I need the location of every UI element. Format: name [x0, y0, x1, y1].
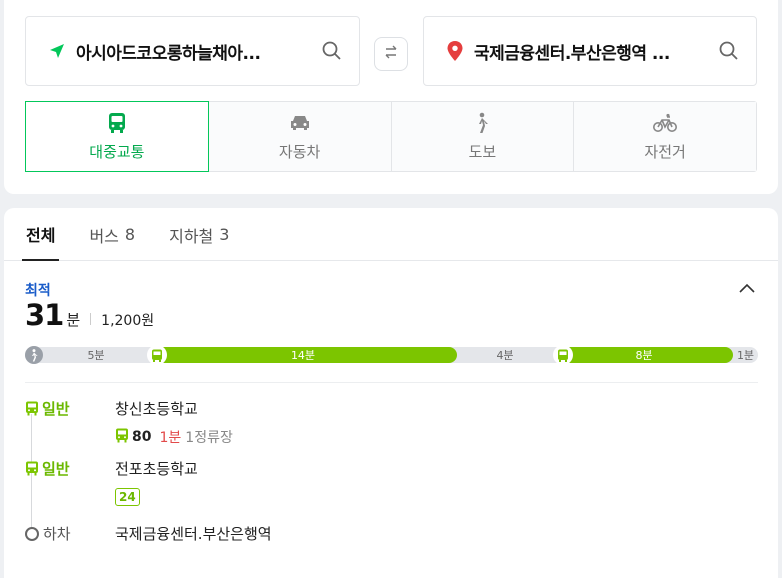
- tab-label: 지하철: [169, 226, 214, 246]
- total-time: 31: [25, 298, 64, 332]
- tab-label: 전체: [26, 225, 56, 245]
- step-tag-label: 일반: [42, 400, 70, 418]
- tab-count: 8: [124, 225, 136, 244]
- tab-bus[interactable]: 버스 8: [85, 208, 139, 261]
- start-location-text: 아시아드코오롱하늘채아...: [76, 43, 261, 64]
- swap-icon: [383, 44, 399, 64]
- tab-count: 3: [219, 225, 230, 244]
- walk-icon: [25, 346, 43, 364]
- route-results: 전체 버스 8 지하철 3 최적 31 분 1,200원 5분 14분 4분 8…: [4, 208, 778, 578]
- segment-walk: 1분: [736, 349, 755, 362]
- mode-transit[interactable]: 대중교통: [25, 101, 209, 172]
- search-icon[interactable]: [321, 40, 343, 62]
- mode-label: 자동차: [278, 143, 321, 161]
- destination-text: 국제금융센터.부산은행역 ...: [474, 43, 670, 64]
- stop-name: 전포초등학교: [115, 460, 198, 478]
- start-field[interactable]: 아시아드코오롱하늘채아...: [25, 16, 360, 86]
- segment-label: 8분: [635, 349, 653, 362]
- walk-icon: [474, 111, 490, 135]
- bus-number[interactable]: 80: [132, 429, 151, 445]
- segment-bus: 14분: [147, 345, 457, 365]
- mode-walk[interactable]: 도보: [391, 102, 575, 171]
- bus-icon: [25, 401, 39, 416]
- mode-label: 도보: [468, 143, 497, 161]
- arrival-time: 1분: [159, 430, 182, 446]
- search-icon[interactable]: [718, 40, 740, 62]
- circle-icon: [25, 526, 39, 541]
- step-tag-label: 하차: [43, 525, 71, 543]
- bus-icon: [25, 461, 39, 476]
- bus-info: 80 1분 1정류장: [115, 427, 233, 447]
- bike-icon: [653, 111, 678, 135]
- step-alight[interactable]: 하차 국제금융센터.부산은행역: [25, 523, 272, 544]
- divider: [25, 382, 758, 383]
- tab-all[interactable]: 전체: [22, 208, 60, 261]
- route-summary: 31 분 1,200원: [25, 298, 154, 332]
- step-board-2[interactable]: 일반 전포초등학교: [25, 458, 198, 479]
- mode-label: 대중교통: [89, 143, 145, 161]
- segment-walk: 4분: [496, 349, 514, 362]
- segment-label: 14분: [290, 349, 316, 362]
- bus-icon: [553, 345, 573, 365]
- bus-number-badge[interactable]: 24: [115, 488, 140, 506]
- step-tag: 하차: [25, 523, 115, 544]
- time-unit: 분: [66, 311, 81, 329]
- mode-car[interactable]: 자동차: [208, 102, 392, 171]
- divider: [90, 313, 92, 325]
- bus-icon: [107, 111, 127, 135]
- mode-bike[interactable]: 자전거: [574, 102, 756, 171]
- navigation-arrow-icon: [46, 40, 68, 62]
- fare: 1,200원: [101, 313, 155, 329]
- bus-icon: [147, 345, 167, 365]
- car-icon: [289, 111, 311, 135]
- best-route-label: 최적: [25, 283, 51, 299]
- step-tag: 일반: [25, 458, 115, 479]
- mode-label: 자전거: [644, 143, 686, 161]
- transport-mode-tabs: 대중교통 자동차 도보 자전거: [25, 101, 757, 172]
- route-filter-tabs: 전체 버스 8 지하철 3: [4, 208, 778, 261]
- segment-walk: 5분: [87, 349, 105, 362]
- search-panel: 아시아드코오롱하늘채아... 국제금융센터.부산은행역 ... 대중교통 자동차…: [4, 0, 778, 194]
- tab-subway[interactable]: 지하철 3: [165, 208, 233, 261]
- tab-label: 버스: [89, 226, 119, 246]
- bus-icon: [115, 428, 129, 447]
- location-pin-icon: [444, 40, 466, 62]
- chevron-up-icon[interactable]: [738, 280, 756, 298]
- stops-away: 1정류장: [185, 430, 233, 446]
- destination-field[interactable]: 국제금융센터.부산은행역 ...: [423, 16, 757, 86]
- step-board-1[interactable]: 일반 창신초등학교: [25, 398, 198, 419]
- step-tag-label: 일반: [42, 460, 70, 478]
- swap-button[interactable]: [374, 37, 408, 71]
- stop-name: 창신초등학교: [115, 400, 198, 418]
- route-timeline: 5분 14분 4분 8분 1분: [25, 345, 758, 365]
- stop-name: 국제금융센터.부산은행역: [115, 525, 272, 543]
- step-tag: 일반: [25, 398, 115, 419]
- segment-bus: 8분: [553, 345, 733, 365]
